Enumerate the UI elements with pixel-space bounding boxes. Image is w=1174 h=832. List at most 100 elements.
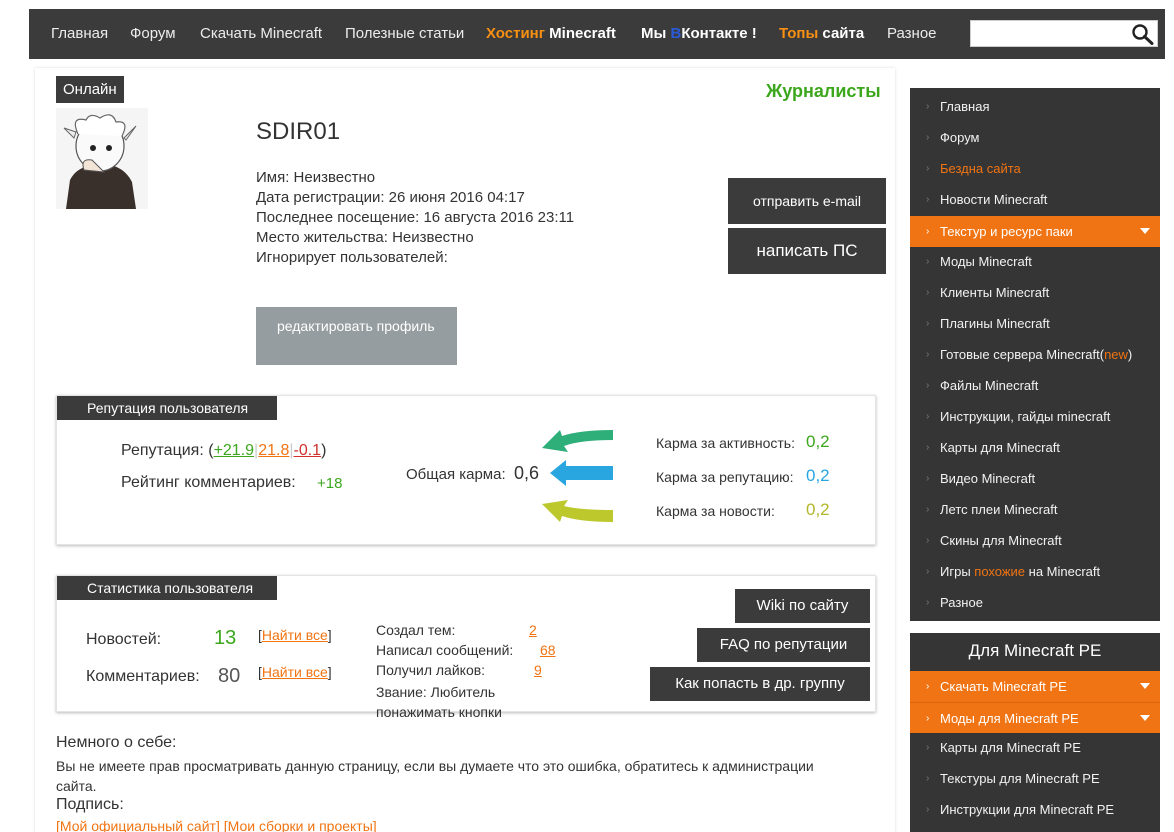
nav-hosting-b: Minecraft xyxy=(549,25,616,42)
pe-label: Карты для Minecraft PE xyxy=(940,740,1081,755)
reputation-title: Репутация пользователя xyxy=(57,396,277,420)
search-icon[interactable] xyxy=(1131,23,1155,45)
nav-misc[interactable]: Разное xyxy=(887,25,937,42)
sidebar-item-news[interactable]: › Новости Minecraft xyxy=(910,184,1160,215)
bullet-icon: › xyxy=(926,804,930,815)
sidebar-item-skins[interactable]: › Скины для Minecraft xyxy=(910,525,1160,556)
search-input[interactable] xyxy=(971,21,1131,46)
bullet-icon: › xyxy=(926,163,930,174)
chevron-down-icon[interactable] xyxy=(1140,715,1150,721)
sidebar-item-lets-play[interactable]: › Летс плеи Minecraft xyxy=(910,494,1160,525)
karma-rep-label: Карма за репутацию: xyxy=(656,469,794,485)
pe-label: Моды для Minecraft PE xyxy=(940,711,1079,726)
news-find-all-link[interactable]: Найти все xyxy=(262,627,328,643)
comments-find-all[interactable]: [Найти все] xyxy=(258,664,332,680)
pe-item-download[interactable]: › Скачать Minecraft PE xyxy=(910,671,1160,702)
reputation-negative-link[interactable]: -0.1 xyxy=(294,442,322,459)
send-pm-button[interactable]: написать ПС xyxy=(728,228,886,274)
karma-news-label: Карма за новости: xyxy=(656,503,775,519)
sidebar-item-misc[interactable]: › Разное xyxy=(910,587,1160,618)
sidebar-label: Файлы Minecraft xyxy=(940,378,1039,393)
sidebar-item-games[interactable]: › Игры похожие на Minecraft xyxy=(910,556,1160,587)
sidebar-item-abyss[interactable]: › Бездна сайта xyxy=(910,153,1160,184)
bullet-icon: › xyxy=(926,681,930,692)
comments-label: Комментариев: xyxy=(86,668,200,685)
send-email-button[interactable]: отправить e-mail xyxy=(728,178,886,224)
sidebar-item-clients[interactable]: › Клиенты Minecraft xyxy=(910,277,1160,308)
signature-link-site[interactable]: [Мой официальный сайт] xyxy=(56,818,220,832)
nav-vk-v: В xyxy=(670,25,682,42)
bullet-icon: › xyxy=(926,504,930,515)
signature-link-projects[interactable]: [Мои сборки и проекты] xyxy=(224,818,377,832)
karma-news-value: 0,2 xyxy=(806,500,830,519)
nav-vk-a: Мы xyxy=(641,25,671,42)
sidebar-item-forum[interactable]: › Форум xyxy=(910,122,1160,153)
topics-link[interactable]: 2 xyxy=(529,622,537,638)
likes-link[interactable]: 9 xyxy=(534,662,542,678)
pe-title: Для Minecraft PE xyxy=(968,641,1102,660)
nav-tops[interactable]: Топы сайта xyxy=(779,25,864,42)
nav-hosting[interactable]: Хостинг Minecraft xyxy=(486,25,616,42)
faq-button[interactable]: FAQ по репутации xyxy=(697,628,870,662)
group-help-button[interactable]: Как попасть в др. группу xyxy=(650,667,870,701)
nav-download[interactable]: Скачать Minecraft xyxy=(200,25,322,42)
news-count: 13 xyxy=(214,627,237,649)
posts-label: Написал сообщений: xyxy=(376,642,514,658)
karma-rep-value: 0,2 xyxy=(806,466,830,485)
karma-value: 0,6 xyxy=(514,463,540,483)
comments-count: 80 xyxy=(218,665,241,687)
sidebar-item-plugins[interactable]: › Плагины Minecraft xyxy=(910,308,1160,339)
chevron-down-icon[interactable] xyxy=(1140,228,1150,234)
reputation-total-link[interactable]: +21.9 xyxy=(214,442,254,459)
news-find-all[interactable]: [Найти все] xyxy=(258,627,332,643)
posts-link[interactable]: 68 xyxy=(540,642,556,658)
bullet-icon: › xyxy=(926,597,930,608)
edit-profile-button[interactable]: редактировать профиль xyxy=(256,307,457,365)
user-group[interactable]: Журналисты xyxy=(766,81,881,102)
pe-item-guides[interactable]: › Инструкции для Minecraft PE xyxy=(910,794,1160,825)
nav-home[interactable]: Главная xyxy=(51,25,108,42)
sidebar-item-guides[interactable]: › Инструкции, гайды minecraft xyxy=(910,401,1160,432)
sidebar-label: Инструкции, гайды minecraft xyxy=(940,409,1111,424)
comment-rating-value: +18 xyxy=(317,475,343,492)
sidebar: › Главная › Форум › Бездна сайта › Новости M… xyxy=(910,88,1160,621)
info-location: Место жительства: Неизвестно xyxy=(256,229,474,246)
bullet-icon: › xyxy=(926,318,930,329)
pe-item-maps[interactable]: › Карты для Minecraft PE xyxy=(910,732,1160,763)
sidebar-label: Скины для Minecraft xyxy=(940,533,1062,548)
username: SDIR01 xyxy=(256,118,341,145)
bullet-icon: › xyxy=(926,566,930,577)
sidebar-label: Текстур и ресурс паки xyxy=(940,224,1073,239)
reputation-close: ) xyxy=(321,442,327,459)
nav-vk-b: Контакте ! xyxy=(681,25,757,42)
pe-item-textures[interactable]: › Текстуры для Minecraft PE xyxy=(910,763,1160,794)
reputation-positive-link[interactable]: 21.8 xyxy=(258,442,289,459)
wiki-button[interactable]: Wiki по сайту xyxy=(735,589,870,623)
bullet-icon: › xyxy=(926,349,930,360)
sidebar-item-mods[interactable]: › Моды Minecraft xyxy=(910,246,1160,277)
likes-label: Получил лайков: xyxy=(376,662,486,678)
sidebar-label: Летс плеи Minecraft xyxy=(940,502,1058,517)
sidebar-item-servers[interactable]: › Готовые сервера Minecraft(new) xyxy=(910,339,1160,370)
chevron-down-icon[interactable] xyxy=(1140,683,1150,689)
nav-forum[interactable]: Форум xyxy=(130,25,176,42)
topics-label: Создал тем: xyxy=(376,622,456,638)
bullet-icon: › xyxy=(926,742,930,753)
about-title: Немного о себе: xyxy=(56,734,177,751)
comments-find-all-link[interactable]: Найти все xyxy=(262,664,328,680)
bullet-icon: › xyxy=(926,132,930,143)
sidebar-label: Видео Minecraft xyxy=(940,471,1036,486)
sidebar-item-files[interactable]: › Файлы Minecraft xyxy=(910,370,1160,401)
pe-label: Инструкции для Minecraft PE xyxy=(940,802,1115,817)
bullet-icon: › xyxy=(926,411,930,422)
sidebar-label: Бездна сайта xyxy=(940,161,1021,176)
sidebar-item-maps[interactable]: › Карты для Minecraft xyxy=(910,432,1160,463)
sidebar-label: Новости Minecraft xyxy=(940,192,1048,207)
sidebar-item-home[interactable]: › Главная xyxy=(910,91,1160,122)
nav-vk[interactable]: Мы ВКонтакте ! xyxy=(641,25,757,42)
stats-title: Статистика пользователя xyxy=(57,576,277,600)
pe-item-mods[interactable]: › Моды для Minecraft PE xyxy=(910,702,1160,733)
nav-articles[interactable]: Полезные статьи xyxy=(345,25,464,42)
sidebar-item-textures[interactable]: › Текстур и ресурс паки xyxy=(910,216,1160,247)
sidebar-item-video[interactable]: › Видео Minecraft xyxy=(910,463,1160,494)
